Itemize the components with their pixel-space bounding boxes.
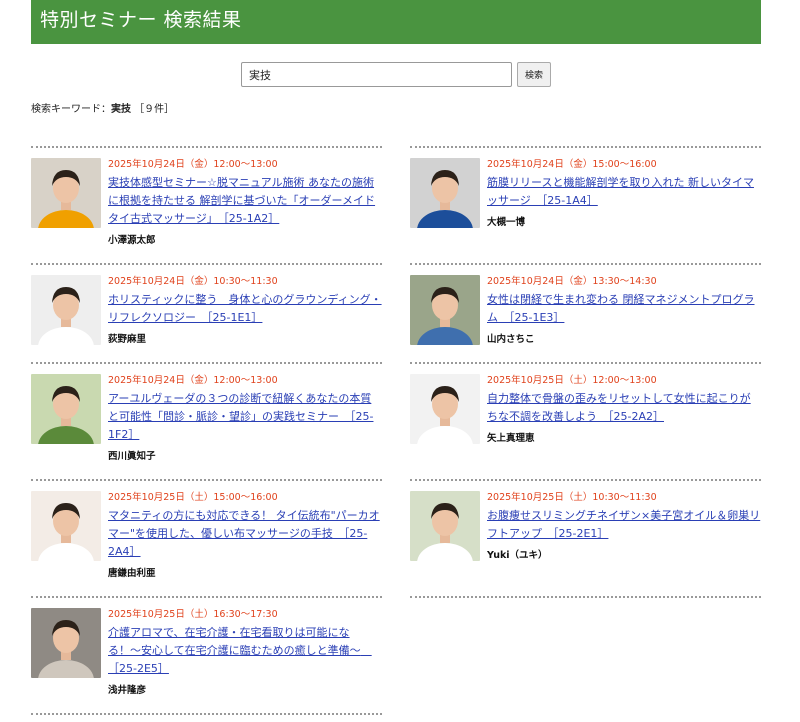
- result-date: 2025年10月25日（土）16:30〜17:30: [108, 609, 278, 620]
- search-summary: 検索キーワード：実技 ［９件］: [31, 100, 174, 115]
- result-title-link[interactable]: お腹痩せスリミングチネイザン×美子宮オイル＆卵巣リフトアップ ［25-2E1］: [487, 507, 761, 543]
- result-item: 2025年10月25日（土）16:30〜17:30 介護アロマで、在宅介護・在宅看…: [31, 596, 382, 713]
- result-date: 2025年10月24日（金）10:30〜11:30: [108, 276, 278, 287]
- result-item: 2025年10月25日（土）10:30〜11:30 お腹痩せスリミングチネイザン×…: [410, 479, 761, 596]
- result-date: 2025年10月24日（金）13:30〜14:30: [487, 276, 657, 287]
- result-title-link[interactable]: 実技体感型セミナー☆脱マニュアル施術 あなたの施術に根拠を持たせる 解剖学に基づ…: [108, 174, 382, 228]
- speaker-photo[interactable]: [31, 275, 101, 345]
- speaker-photo[interactable]: [31, 158, 101, 228]
- result-date: 2025年10月24日（金）12:00〜13:00: [108, 375, 278, 386]
- result-date: 2025年10月24日（金）12:00〜13:00: [108, 159, 278, 170]
- speaker-name: 大槻一博: [487, 217, 526, 228]
- result-item: 2025年10月24日（金）10:30〜11:30 ホリスティックに整う 身体と心…: [31, 263, 382, 362]
- result-title-link[interactable]: ホリスティックに整う 身体と心のグラウンディング・リフレクソロジー ［25-1E…: [108, 291, 382, 327]
- result-title-link[interactable]: 自力整体で骨盤の歪みをリセットして女性に起こりがちな不調を改善しよう ［25-2…: [487, 390, 761, 426]
- page-header: 特別セミナー 検索結果: [31, 0, 761, 44]
- page-title: 特別セミナー 検索結果: [40, 9, 242, 31]
- summary-count: ［９件］: [134, 104, 175, 115]
- speaker-name: 荻野麻里: [108, 334, 147, 345]
- speaker-photo[interactable]: [31, 608, 101, 678]
- result-info: 2025年10月25日（土）10:30〜11:30 お腹痩せスリミングチネイザン×…: [487, 489, 761, 596]
- result-info: 2025年10月25日（土）16:30〜17:30 介護アロマで、在宅介護・在宅看…: [108, 606, 382, 713]
- summary-prefix: 検索キーワード：: [31, 104, 111, 115]
- speaker-name: 西川眞知子: [108, 451, 156, 462]
- speaker-name: 唐鎌由利亜: [108, 568, 156, 579]
- result-title-link[interactable]: 筋膜リリースと機能解剖学を取り入れた 新しいタイマッサージ ［25-1A4］: [487, 174, 761, 210]
- result-date: 2025年10月25日（土）10:30〜11:30: [487, 492, 657, 503]
- result-date: 2025年10月24日（金）15:00〜16:00: [487, 159, 657, 170]
- result-item: 2025年10月25日（土）15:00〜16:00 マタニティの方にも対応できる！…: [31, 479, 382, 596]
- result-info: 2025年10月25日（土）15:00〜16:00 マタニティの方にも対応できる！…: [108, 489, 382, 596]
- speaker-photo[interactable]: [410, 491, 480, 561]
- speaker-photo[interactable]: [410, 158, 480, 228]
- result-info: 2025年10月24日（金）13:30〜14:30 女性は閉経で生まれ変わる 閉経…: [487, 273, 761, 362]
- result-item: 2025年10月24日（金）12:00〜13:00 アーユルヴェーダの３つの診断で…: [31, 362, 382, 479]
- result-title-link[interactable]: 女性は閉経で生まれ変わる 閉経マネジメントプログラム ［25-1E3］: [487, 291, 761, 327]
- result-date: 2025年10月25日（土）15:00〜16:00: [108, 492, 278, 503]
- summary-keyword: 実技: [111, 104, 131, 115]
- search-input[interactable]: [241, 62, 512, 87]
- speaker-photo[interactable]: [31, 491, 101, 561]
- speaker-name: Yuki（ユキ）: [487, 550, 548, 561]
- speaker-photo[interactable]: [410, 275, 480, 345]
- divider: [410, 596, 761, 598]
- result-title-link[interactable]: マタニティの方にも対応できる！ タイ伝統布"パーカオマー"を使用した、優しい布マ…: [108, 507, 382, 561]
- result-info: 2025年10月24日（金）15:00〜16:00 筋膜リリースと機能解剖学を取り…: [487, 156, 761, 263]
- speaker-name: 浅井隆彦: [108, 685, 147, 696]
- speaker-photo[interactable]: [31, 374, 101, 444]
- speaker-name: 山内さちこ: [487, 334, 535, 345]
- results-column-right: 2025年10月24日（金）15:00〜16:00 筋膜リリースと機能解剖学を取り…: [410, 146, 761, 598]
- result-date: 2025年10月25日（土）12:00〜13:00: [487, 375, 657, 386]
- divider: [31, 713, 382, 715]
- results-column-left: 2025年10月24日（金）12:00〜13:00 実技体感型セミナー☆脱マニュア…: [31, 146, 382, 715]
- result-info: 2025年10月25日（土）12:00〜13:00 自力整体で骨盤の歪みをリセット…: [487, 372, 761, 479]
- search-button[interactable]: 検索: [517, 62, 551, 87]
- result-info: 2025年10月24日（金）10:30〜11:30 ホリスティックに整う 身体と心…: [108, 273, 382, 362]
- result-title-link[interactable]: 介護アロマで、在宅介護・在宅看取りは可能になる！〜安心して在宅介護に臨むための癒…: [108, 624, 382, 678]
- result-item: 2025年10月25日（土）12:00〜13:00 自力整体で骨盤の歪みをリセット…: [410, 362, 761, 479]
- result-info: 2025年10月24日（金）12:00〜13:00 アーユルヴェーダの３つの診断で…: [108, 372, 382, 479]
- speaker-name: 小澤源太郎: [108, 235, 156, 246]
- speaker-name: 矢上真理恵: [487, 433, 535, 444]
- result-info: 2025年10月24日（金）12:00〜13:00 実技体感型セミナー☆脱マニュア…: [108, 156, 382, 263]
- result-item: 2025年10月24日（金）13:30〜14:30 女性は閉経で生まれ変わる 閉経…: [410, 263, 761, 362]
- result-item: 2025年10月24日（金）12:00〜13:00 実技体感型セミナー☆脱マニュア…: [31, 146, 382, 263]
- result-title-link[interactable]: アーユルヴェーダの３つの診断で紐解くあなたの本質と可能性「問診・脈診・望診」の実…: [108, 390, 382, 444]
- speaker-photo[interactable]: [410, 374, 480, 444]
- result-item: 2025年10月24日（金）15:00〜16:00 筋膜リリースと機能解剖学を取り…: [410, 146, 761, 263]
